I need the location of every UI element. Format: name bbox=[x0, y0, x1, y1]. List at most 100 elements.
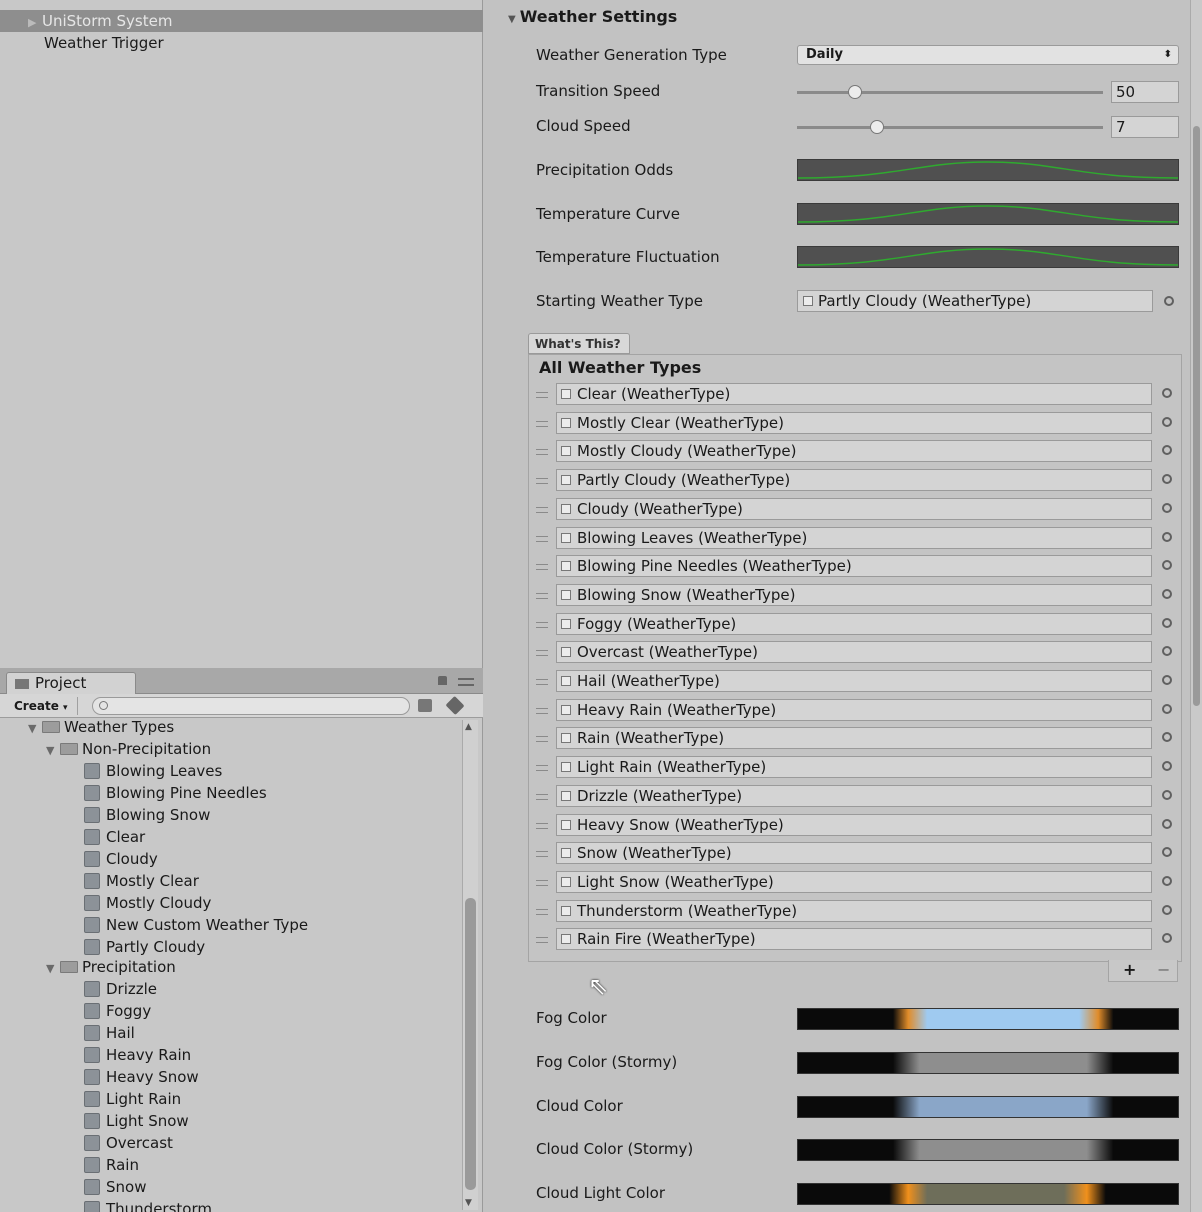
cloud-speed-slider-knob[interactable] bbox=[869, 120, 884, 134]
cloud-color-stormy-gradient[interactable] bbox=[797, 1139, 1179, 1161]
object-picker-icon[interactable] bbox=[1162, 818, 1172, 829]
weather-type-list-item[interactable]: Blowing Snow (WeatherType) bbox=[536, 583, 1176, 608]
cloud-light-color-gradient[interactable] bbox=[797, 1183, 1179, 1205]
drag-handle-icon[interactable] bbox=[536, 650, 548, 657]
object-picker-icon[interactable] bbox=[1162, 445, 1172, 456]
foldout-arrow-icon[interactable]: ▼ bbox=[508, 14, 516, 25]
starting-weather-type-field[interactable]: Partly Cloudy (WeatherType) bbox=[797, 290, 1153, 312]
weather-type-list-item[interactable]: Foggy (WeatherType) bbox=[536, 612, 1176, 637]
hierarchy-item-weather-trigger[interactable]: Weather Trigger bbox=[0, 32, 483, 54]
drag-handle-icon[interactable] bbox=[536, 592, 548, 599]
panel-menu-icon[interactable] bbox=[458, 678, 474, 686]
weather-type-object-field[interactable]: Blowing Snow (WeatherType) bbox=[556, 583, 1152, 606]
asset-item[interactable]: Blowing Snow bbox=[0, 804, 462, 826]
object-picker-icon[interactable] bbox=[1162, 933, 1172, 944]
object-picker-icon[interactable] bbox=[1162, 732, 1172, 743]
drag-handle-icon[interactable] bbox=[536, 908, 548, 915]
filter-by-label-icon[interactable] bbox=[445, 695, 465, 716]
temperature-curve[interactable] bbox=[797, 203, 1179, 225]
asset-item[interactable]: Light Snow bbox=[0, 1110, 462, 1132]
cloud-speed-slider[interactable] bbox=[797, 126, 1103, 129]
asset-item[interactable]: Mostly Cloudy bbox=[0, 892, 462, 914]
asset-item[interactable]: Clear bbox=[0, 826, 462, 848]
weather-type-object-field[interactable]: Heavy Snow (WeatherType) bbox=[556, 813, 1152, 836]
weather-type-list-item[interactable]: Mostly Clear (WeatherType) bbox=[536, 411, 1176, 436]
tab-project[interactable]: Project bbox=[6, 672, 136, 694]
lock-icon[interactable] bbox=[438, 676, 447, 685]
weather-type-object-field[interactable]: Blowing Leaves (WeatherType) bbox=[556, 526, 1152, 549]
object-picker-icon[interactable] bbox=[1162, 761, 1172, 772]
weather-type-list-item[interactable]: Mostly Cloudy (WeatherType) bbox=[536, 440, 1176, 464]
drag-handle-icon[interactable] bbox=[536, 822, 548, 829]
object-picker-icon[interactable] bbox=[1162, 646, 1172, 657]
weather-type-object-field[interactable]: Rain (WeatherType) bbox=[556, 727, 1152, 750]
weather-type-object-field[interactable]: Heavy Rain (WeatherType) bbox=[556, 698, 1152, 721]
weather-type-list-item[interactable]: Hail (WeatherType) bbox=[536, 670, 1176, 694]
weather-type-object-field[interactable]: Light Snow (WeatherType) bbox=[556, 870, 1152, 893]
weather-type-list-item[interactable]: Cloudy (WeatherType) bbox=[536, 497, 1176, 522]
drag-handle-icon[interactable] bbox=[536, 765, 548, 772]
asset-item[interactable]: New Custom Weather Type bbox=[0, 914, 462, 936]
weather-type-list-item[interactable]: Drizzle (WeatherType) bbox=[536, 784, 1176, 809]
weather-type-object-field[interactable]: Rain Fire (WeatherType) bbox=[556, 928, 1152, 951]
weather-type-list-item[interactable]: Rain (WeatherType) bbox=[536, 727, 1176, 751]
folder-non-precipitation[interactable]: ▼ Non-Precipitation bbox=[0, 738, 462, 760]
weather-type-list-item[interactable]: Partly Cloudy (WeatherType) bbox=[536, 469, 1176, 493]
object-picker-icon[interactable] bbox=[1164, 296, 1174, 306]
drag-handle-icon[interactable] bbox=[536, 478, 548, 485]
weather-type-list-item[interactable]: Blowing Pine Needles (WeatherType) bbox=[536, 555, 1176, 579]
create-button[interactable]: Create ▾ bbox=[6, 697, 78, 715]
object-picker-icon[interactable] bbox=[1162, 502, 1172, 513]
asset-item[interactable]: Heavy Rain bbox=[0, 1044, 462, 1066]
asset-item[interactable]: Cloudy bbox=[0, 848, 462, 870]
expand-arrow-icon[interactable]: ▼ bbox=[46, 958, 60, 980]
object-picker-icon[interactable] bbox=[1162, 388, 1172, 398]
scrollbar-thumb[interactable] bbox=[465, 898, 476, 1190]
object-picker-icon[interactable] bbox=[1162, 617, 1172, 628]
object-picker-icon[interactable] bbox=[1162, 531, 1172, 542]
weather-type-list-item[interactable]: Clear (WeatherType) bbox=[536, 383, 1176, 407]
hierarchy-item-unistorm-system[interactable]: ▶ UniStorm System bbox=[0, 10, 483, 32]
asset-item[interactable]: Mostly Clear bbox=[0, 870, 462, 892]
object-picker-icon[interactable] bbox=[1162, 675, 1172, 685]
weather-type-object-field[interactable]: Mostly Clear (WeatherType) bbox=[556, 411, 1152, 434]
fog-color-gradient[interactable] bbox=[797, 1008, 1179, 1030]
weather-type-object-field[interactable]: Blowing Pine Needles (WeatherType) bbox=[556, 555, 1152, 578]
weather-type-object-field[interactable]: Foggy (WeatherType) bbox=[556, 612, 1152, 635]
object-picker-icon[interactable] bbox=[1162, 847, 1172, 858]
drag-handle-icon[interactable] bbox=[536, 535, 548, 542]
scrollbar-thumb[interactable] bbox=[1193, 126, 1200, 706]
object-picker-icon[interactable] bbox=[1162, 703, 1172, 714]
weather-type-object-field[interactable]: Partly Cloudy (WeatherType) bbox=[556, 469, 1152, 492]
asset-item[interactable]: Thunderstorm bbox=[0, 1198, 462, 1212]
expand-arrow-icon[interactable]: ▶ bbox=[28, 12, 42, 34]
drag-handle-icon[interactable] bbox=[536, 937, 548, 944]
transition-speed-slider[interactable] bbox=[797, 91, 1103, 94]
expand-arrow-icon[interactable]: ▼ bbox=[46, 740, 60, 762]
asset-item[interactable]: Overcast bbox=[0, 1132, 462, 1154]
weather-type-object-field[interactable]: Drizzle (WeatherType) bbox=[556, 784, 1152, 807]
weather-settings-foldout[interactable]: ▼ Weather Settings bbox=[508, 7, 677, 26]
weather-type-object-field[interactable]: Overcast (WeatherType) bbox=[556, 641, 1152, 664]
drag-handle-icon[interactable] bbox=[536, 392, 548, 398]
asset-item[interactable]: Blowing Pine Needles bbox=[0, 782, 462, 804]
weather-type-list-item[interactable]: Overcast (WeatherType) bbox=[536, 641, 1176, 665]
weather-type-object-field[interactable]: Thunderstorm (WeatherType) bbox=[556, 899, 1152, 922]
cloud-color-gradient[interactable] bbox=[797, 1096, 1179, 1118]
object-picker-icon[interactable] bbox=[1162, 588, 1172, 599]
drag-handle-icon[interactable] bbox=[536, 506, 548, 513]
weather-type-object-field[interactable]: Snow (WeatherType) bbox=[556, 842, 1152, 865]
drag-handle-icon[interactable] bbox=[536, 621, 548, 628]
fog-color-stormy-gradient[interactable] bbox=[797, 1052, 1179, 1074]
cloud-speed-input[interactable]: 7 bbox=[1111, 116, 1179, 138]
weather-type-list-item[interactable]: Heavy Snow (WeatherType) bbox=[536, 813, 1176, 838]
object-picker-icon[interactable] bbox=[1162, 789, 1172, 800]
object-picker-icon[interactable] bbox=[1162, 875, 1172, 886]
asset-item[interactable]: Foggy bbox=[0, 1000, 462, 1022]
weather-type-list-item[interactable]: Blowing Leaves (WeatherType) bbox=[536, 526, 1176, 551]
precipitation-odds-curve[interactable] bbox=[797, 159, 1179, 181]
weather-type-object-field[interactable]: Light Rain (WeatherType) bbox=[556, 756, 1152, 779]
asset-item[interactable]: Hail bbox=[0, 1022, 462, 1044]
weather-type-object-field[interactable]: Mostly Cloudy (WeatherType) bbox=[556, 440, 1152, 463]
asset-item[interactable]: Rain bbox=[0, 1154, 462, 1176]
